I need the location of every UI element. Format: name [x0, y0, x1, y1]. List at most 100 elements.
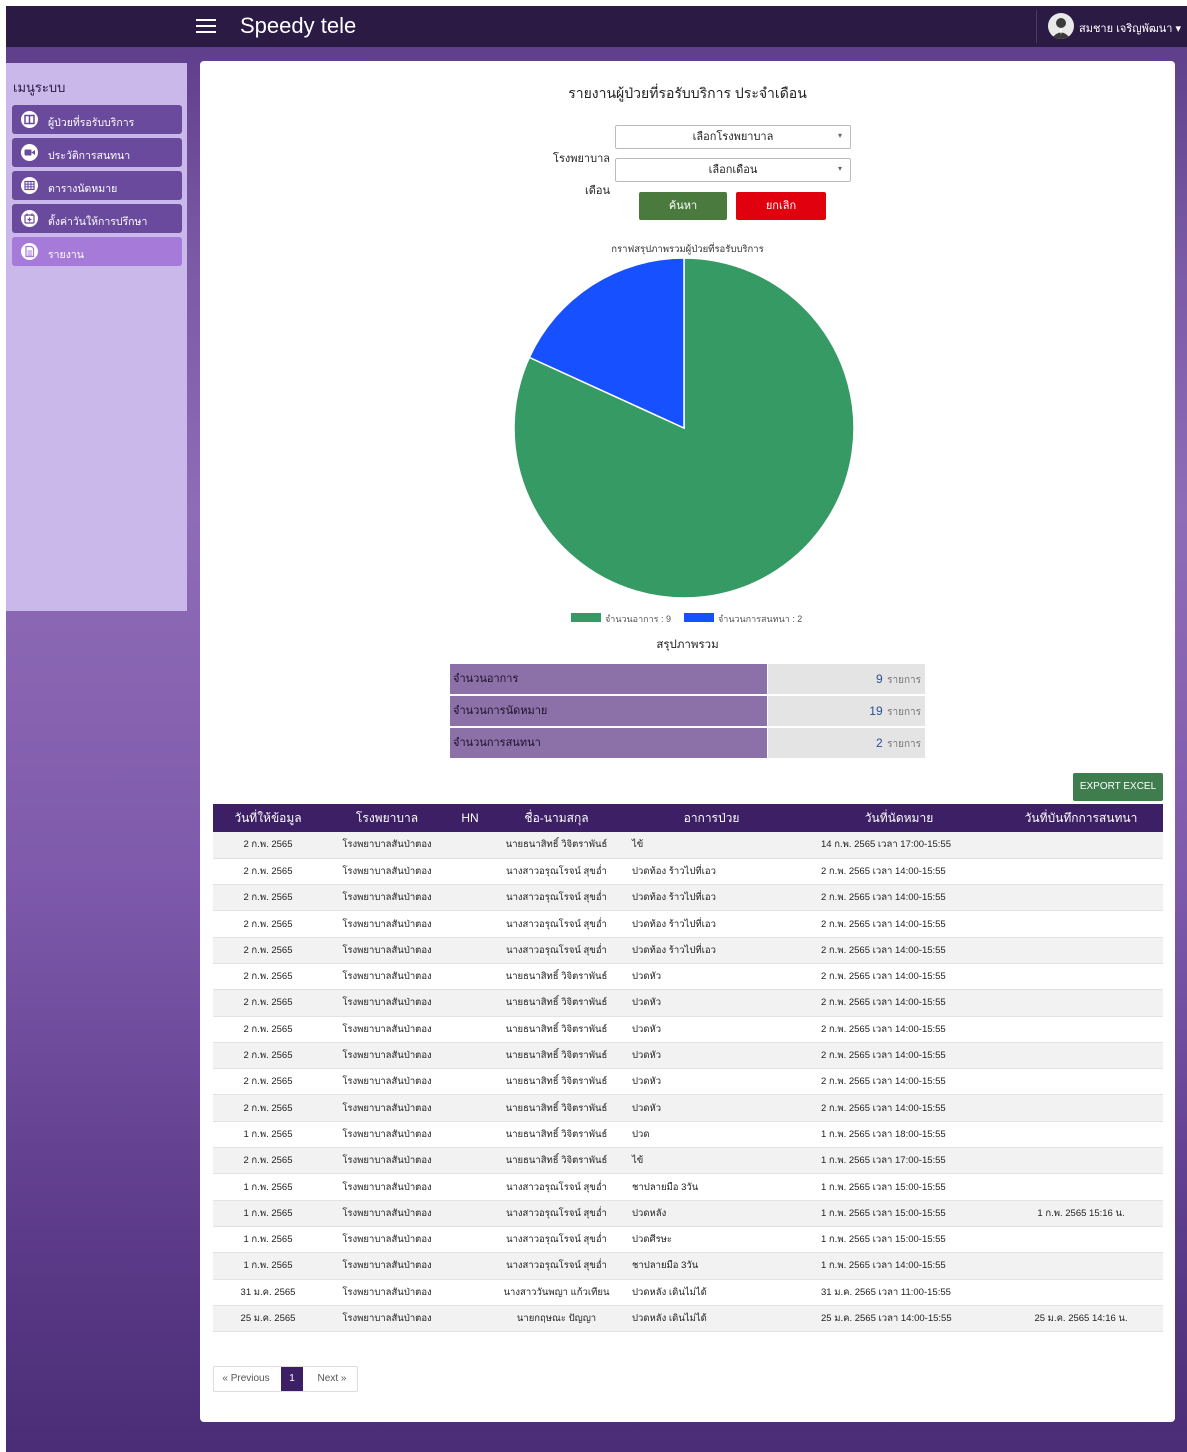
hospital-label: โรงพยาบาล [553, 153, 610, 165]
cell-date: 2 ก.พ. 2565 [213, 1016, 323, 1043]
next-page-link[interactable]: Next » [309, 1367, 355, 1391]
table-row: 2 ก.พ. 2565 โรงพยาบาลสันป่าตอง นายธนาสิทธิ… [213, 832, 1163, 859]
avatar[interactable] [1048, 13, 1074, 39]
cell-date: 2 ก.พ. 2565 [213, 884, 323, 912]
chevron-down-icon: ▾ [837, 164, 842, 173]
cell-symptom: ปวดหลัง [624, 1200, 799, 1227]
search-button[interactable]: ค้นหา [639, 192, 727, 220]
legend-swatch-symptoms [571, 613, 601, 622]
cell-hospital: โรงพยาบาลสันป่าตอง [323, 1121, 451, 1149]
menu-toggle-icon[interactable] [196, 15, 216, 37]
table-row: 1 ก.พ. 2565 โรงพยาบาลสันป่าตอง นายธนาสิทธิ… [213, 1121, 1163, 1149]
cell-chat-record [999, 1252, 1163, 1280]
cell-chat-record [999, 910, 1163, 938]
cell-hn [451, 1279, 489, 1306]
table-row: 2 ก.พ. 2565 โรงพยาบาลสันป่าตอง นางสาวอรุณโ… [213, 858, 1163, 886]
month-select-value: เลือกเดือน [708, 164, 758, 176]
sidebar-item-label: ตั้งค่าวันให้การปรึกษา [48, 216, 148, 228]
month-select[interactable]: เลือกเดือน ▾ [615, 158, 851, 182]
cell-appointment: 2 ก.พ. 2565 เวลา 14:00-15:55 [799, 910, 999, 938]
sidebar-item-label: รายงาน [48, 249, 84, 261]
sidebar-item-consult-settings[interactable]: ตั้งค่าวันให้การปรึกษา [12, 204, 182, 233]
cell-name: นายกฤษณะ ปัญญา [489, 1305, 624, 1333]
cell-name: นางสาวอรุณโรจน์ สุขอ่ำ [489, 858, 624, 886]
cell-chat-record [999, 1042, 1163, 1070]
cell-chat-record: 25 ม.ค. 2565 14:16 น. [999, 1305, 1163, 1333]
sidebar-title: เมนูระบบ [13, 80, 66, 95]
summary-label: จำนวนการนัดหมาย [450, 696, 767, 726]
cell-name: นางสาวอรุณโรจน์ สุขอ่ำ [489, 910, 624, 938]
report-card: รายงานผู้ป่วยที่รอรับบริการ ประจำเดือน โ… [200, 61, 1175, 1422]
column-header-chat-record[interactable]: วันที่บันทึกการสนทนา [999, 804, 1163, 832]
cell-symptom: ปวดหลัง เดินไม่ได้ [624, 1305, 799, 1333]
page-1-link[interactable]: 1 [281, 1367, 303, 1391]
table-row: 1 ก.พ. 2565 โรงพยาบาลสันป่าตอง นางสาวอรุณโ… [213, 1226, 1163, 1254]
cell-hospital: โรงพยาบาลสันป่าตอง [323, 1094, 451, 1122]
cell-appointment: 1 ก.พ. 2565 เวลา 15:00-15:55 [799, 1226, 999, 1254]
summary-title: สรุปภาพรวม [656, 639, 719, 651]
table-row: 2 ก.พ. 2565 โรงพยาบาลสันป่าตอง นายธนาสิทธิ… [213, 963, 1163, 991]
sidebar-item-waiting-patients[interactable]: ผู้ป่วยที่รอรับบริการ [12, 105, 182, 134]
cell-chat-record [999, 1226, 1163, 1254]
cell-name: นางสาววันพญา แก้วเทียน [489, 1279, 624, 1306]
cell-name: นายธนาสิทธิ์ วิจิตราพันธ์ [489, 1147, 624, 1175]
cell-date: 2 ก.พ. 2565 [213, 858, 323, 886]
cell-hospital: โรงพยาบาลสันป่าตอง [323, 1305, 451, 1333]
cell-name: นายธนาสิทธิ์ วิจิตราพันธ์ [489, 1094, 624, 1122]
summary-unit: รายการ [887, 739, 921, 750]
cancel-button[interactable]: ยกเลิก [736, 192, 826, 220]
cell-chat-record: 1 ก.พ. 2565 15:16 น. [999, 1200, 1163, 1227]
cell-date: 1 ก.พ. 2565 [213, 1200, 323, 1227]
cell-date: 1 ก.พ. 2565 [213, 1121, 323, 1149]
table-row: 31 ม.ค. 2565 โรงพยาบาลสันป่าตอง นางสาววันพ… [213, 1279, 1163, 1306]
cell-name: นางสาวอรุณโรจน์ สุขอ่ำ [489, 937, 624, 964]
cell-chat-record [999, 858, 1163, 886]
cell-hn [451, 1094, 489, 1122]
chart-legend: จำนวนอาการ : 9 จำนวนการสนทนา : 2 [200, 611, 1175, 625]
user-name[interactable]: สมชาย เจริญพัฒนา ▾ [1079, 19, 1181, 37]
table-row: 2 ก.พ. 2565 โรงพยาบาลสันป่าตอง นางสาวอรุณโ… [213, 910, 1163, 938]
column-header-date[interactable]: วันที่ให้ข้อมูล [213, 804, 323, 832]
previous-page-link[interactable]: « Previous [214, 1367, 278, 1391]
chevron-down-icon: ▾ [837, 131, 842, 140]
cell-date: 2 ก.พ. 2565 [213, 989, 323, 1017]
sidebar-item-chat-history[interactable]: ประวัติการสนทนา [12, 138, 182, 167]
columns-icon [21, 111, 38, 128]
cell-appointment: 25 ม.ค. 2565 เวลา 14:00-15:55 [799, 1305, 999, 1333]
summary-count: 2 [875, 736, 883, 750]
cell-symptom: ปวดหัว [624, 989, 799, 1017]
table-row: 2 ก.พ. 2565 โรงพยาบาลสันป่าตอง นายธนาสิทธิ… [213, 989, 1163, 1017]
chart-title: กราฟสรุปภาพรวมผู้ป่วยที่รอรับบริการ [611, 244, 764, 255]
export-excel-button[interactable]: EXPORT EXCEL [1073, 773, 1163, 801]
cell-appointment: 2 ก.พ. 2565 เวลา 14:00-15:55 [799, 937, 999, 964]
cell-chat-record [999, 989, 1163, 1017]
sidebar-item-report[interactable]: รายงาน [12, 237, 182, 266]
summary-value: 9 รายการ [768, 664, 925, 694]
sidebar-item-appointments[interactable]: ตารางนัดหมาย [12, 171, 182, 200]
cell-name: นายธนาสิทธิ์ วิจิตราพันธ์ [489, 832, 624, 859]
pagination: « Previous 1 Next » [213, 1366, 358, 1392]
hospital-select[interactable]: เลือกโรงพยาบาล ▾ [615, 125, 851, 149]
user-menu[interactable]: สมชาย เจริญพัฒนา ▾ [1036, 10, 1187, 43]
legend-label-symptoms: จำนวนอาการ : 9 [605, 614, 671, 624]
cell-hn [451, 1305, 489, 1333]
cell-hospital: โรงพยาบาลสันป่าตอง [323, 963, 451, 991]
month-label: เดือน [584, 185, 610, 197]
column-header-symptom[interactable]: อาการป่วย [624, 804, 799, 832]
cell-symptom: ไข้ [624, 832, 799, 859]
cell-hospital: โรงพยาบาลสันป่าตอง [323, 989, 451, 1017]
column-header-name[interactable]: ชื่อ-นามสกุล [489, 804, 624, 832]
cell-appointment: 1 ก.พ. 2565 เวลา 15:00-15:55 [799, 1173, 999, 1201]
cell-appointment: 1 ก.พ. 2565 เวลา 14:00-15:55 [799, 1252, 999, 1280]
column-header-appointment[interactable]: วันที่นัดหมาย [799, 804, 999, 832]
sidebar: เมนูระบบ ผู้ป่วยที่รอรับบริการ ประวัติกา… [6, 63, 187, 611]
cell-symptom: ปวดท้อง ร้าวไปที่เอว [624, 858, 799, 886]
cell-chat-record [999, 1121, 1163, 1149]
table-row: 2 ก.พ. 2565 โรงพยาบาลสันป่าตอง นางสาวอรุณโ… [213, 884, 1163, 912]
cell-name: นายธนาสิทธิ์ วิจิตราพันธ์ [489, 1121, 624, 1149]
cell-hn [451, 1173, 489, 1201]
cell-name: นางสาวอรุณโรจน์ สุขอ่ำ [489, 1226, 624, 1254]
column-header-hn[interactable]: HN [451, 804, 489, 832]
cell-date: 2 ก.พ. 2565 [213, 1147, 323, 1175]
column-header-hospital[interactable]: โรงพยาบาล [323, 804, 451, 832]
